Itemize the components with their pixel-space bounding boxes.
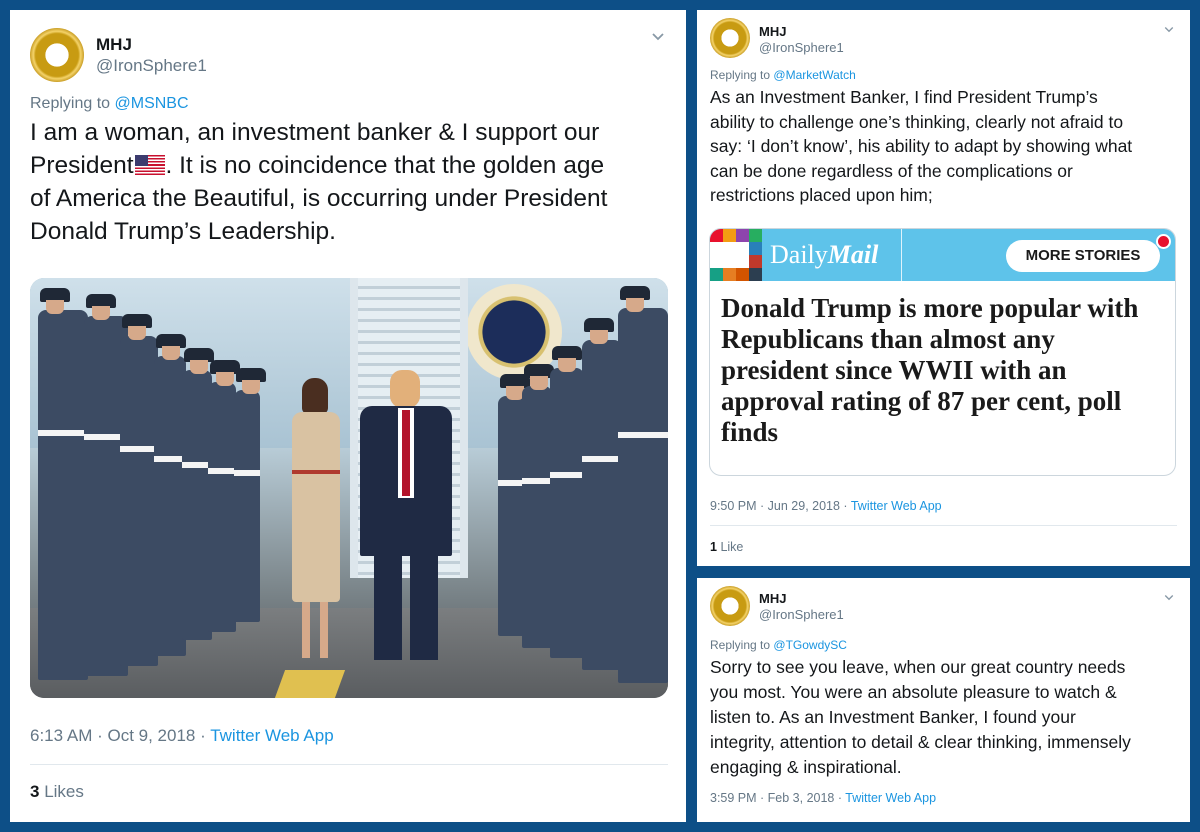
guard-figure — [38, 288, 88, 680]
dailymail-logo: DailyMail — [770, 240, 878, 270]
headline-line: approval rating of 87 per cent, poll — [721, 386, 1122, 416]
man-figure — [360, 370, 452, 660]
text-fragment: President — [30, 152, 134, 179]
replying-to: Replying to @TGowdySC — [710, 638, 847, 652]
guard-figure — [120, 314, 158, 666]
source-link[interactable]: Twitter Web App — [851, 499, 942, 513]
tweet-text-line: engaging & inspirational. — [710, 757, 902, 777]
tweet-text-line: of America the Beautiful, is occurring u… — [30, 185, 608, 212]
guard-figure — [208, 360, 240, 632]
likes-number: 1 — [710, 540, 717, 554]
tweet-text-line: you most. You were an absolute pleasure … — [710, 682, 1117, 702]
more-stories-button[interactable]: MORE STORIES — [1006, 240, 1160, 272]
headline-line: Republicans than almost any — [721, 324, 1055, 354]
reply-prefix: Replying to — [710, 68, 771, 82]
tweet-top-right: MHJ @IronSphere1 Replying to @MarketWatc… — [697, 10, 1190, 566]
reply-to-link[interactable]: @MSNBC — [115, 95, 189, 112]
us-flag-icon — [134, 155, 165, 175]
author-name[interactable]: MHJ — [759, 24, 786, 39]
tweet-timestamp: 3:59 PM · Feb 3, 2018 · Twitter Web App — [710, 791, 936, 805]
reply-to-link[interactable]: @MarketWatch — [773, 68, 855, 82]
timestamp-text[interactable]: 3:59 PM · Feb 3, 2018 · — [710, 791, 842, 805]
notification-dot-icon — [1156, 234, 1171, 249]
tweet-timestamp: 6:13 AM · Oct 9, 2018 · Twitter Web App — [30, 726, 334, 746]
author-name[interactable]: MHJ — [759, 591, 786, 606]
chevron-down-icon[interactable] — [650, 28, 666, 49]
avatar[interactable] — [30, 28, 84, 82]
tweet-text-line: I am a woman, an investment banker & I s… — [30, 119, 600, 146]
source-link[interactable]: Twitter Web App — [210, 726, 333, 745]
dailymail-banner: DailyMail MORE STORIES — [710, 229, 1175, 281]
tweet-text-line: can be done regardless of the complicati… — [710, 160, 1073, 181]
timestamp-text[interactable]: 6:13 AM · Oct 9, 2018 · — [30, 726, 206, 745]
link-card[interactable]: DailyMail MORE STORIES Donald Trump is m… — [709, 228, 1176, 476]
chevron-down-icon[interactable] — [1163, 590, 1175, 608]
guard-figure — [498, 374, 530, 636]
logo-mail: Mail — [827, 240, 879, 269]
tweet-bottom-right: MHJ @IronSphere1 Replying to @TGowdySC S… — [697, 578, 1190, 822]
text-fragment: . It is no coincidence that the golden a… — [165, 152, 605, 179]
headline-line: finds — [721, 417, 779, 447]
likes-number: 3 — [30, 782, 40, 801]
replying-to: Replying to @MSNBC — [30, 95, 189, 113]
guard-figure — [522, 364, 554, 648]
author-handle[interactable]: @IronSphere1 — [759, 607, 844, 622]
card-headline[interactable]: Donald Trump is more popular with Republ… — [721, 293, 1161, 448]
tweet-text-line: restrictions placed upon him; — [710, 185, 933, 205]
timestamp-text[interactable]: 9:50 PM · Jun 29, 2018 · — [710, 499, 848, 513]
likes-count[interactable]: 1 Like — [710, 540, 743, 554]
tweet-text-line: Sorry to see you leave, when our great c… — [710, 657, 1126, 677]
tweet-text-line: Donald Trump’s Leadership. — [30, 218, 336, 245]
author-handle[interactable]: @IronSphere1 — [96, 56, 207, 76]
replying-to: Replying to @MarketWatch — [710, 68, 856, 82]
dailymail-app-icon — [710, 229, 762, 281]
tweet-text-line: ability to challenge one’s thinking, cle… — [710, 111, 1124, 132]
likes-count[interactable]: 3 Likes — [30, 782, 84, 802]
tweet-text-line: President . It is no coincidence that the… — [30, 149, 670, 182]
likes-label: Likes — [44, 782, 84, 801]
guard-figure — [550, 346, 584, 658]
avatar[interactable] — [710, 586, 750, 626]
likes-label: Like — [720, 540, 744, 554]
guard-figure — [234, 368, 266, 622]
reply-prefix: Replying to — [30, 95, 111, 112]
tweet-text: Sorry to see you leave, when our great c… — [710, 655, 1180, 780]
tweet-main: MHJ @IronSphere1 Replying to @MSNBC I am… — [10, 10, 686, 822]
divider — [30, 764, 668, 765]
guard-figure — [582, 318, 622, 670]
author-name[interactable]: MHJ — [96, 35, 132, 55]
tweet-text-line: integrity, attention to detail & clear t… — [710, 732, 1131, 752]
tweet-text: As an Investment Banker, I find Presiden… — [710, 85, 1180, 208]
tweet-text-line: say: ‘I don’t know’, his ability to adap… — [710, 136, 1133, 156]
avatar[interactable] — [710, 18, 750, 58]
tweet-text: I am a woman, an investment banker & I s… — [30, 116, 670, 248]
tweet-text-line: listen to. As an Investment Banker, I fo… — [710, 707, 1076, 727]
logo-daily: Daily — [770, 240, 828, 269]
author-handle[interactable]: @IronSphere1 — [759, 40, 844, 55]
divider — [710, 525, 1177, 526]
source-link[interactable]: Twitter Web App — [845, 791, 936, 805]
headline-line: Donald Trump is more popular with — [721, 293, 1139, 323]
tarmac-stripe — [274, 670, 346, 698]
woman-figure — [286, 378, 346, 658]
headline-line: president since WWII with an — [721, 355, 1067, 385]
chevron-down-icon[interactable] — [1163, 22, 1175, 40]
tweet-text-line: As an Investment Banker, I find Presiden… — [710, 87, 1098, 107]
guard-figure — [618, 286, 668, 683]
banner-separator — [901, 229, 902, 281]
tweet-timestamp: 9:50 PM · Jun 29, 2018 · Twitter Web App — [710, 499, 942, 513]
reply-prefix: Replying to — [710, 638, 771, 652]
tweet-photo[interactable] — [30, 278, 668, 698]
reply-to-link[interactable]: @TGowdySC — [773, 638, 847, 652]
